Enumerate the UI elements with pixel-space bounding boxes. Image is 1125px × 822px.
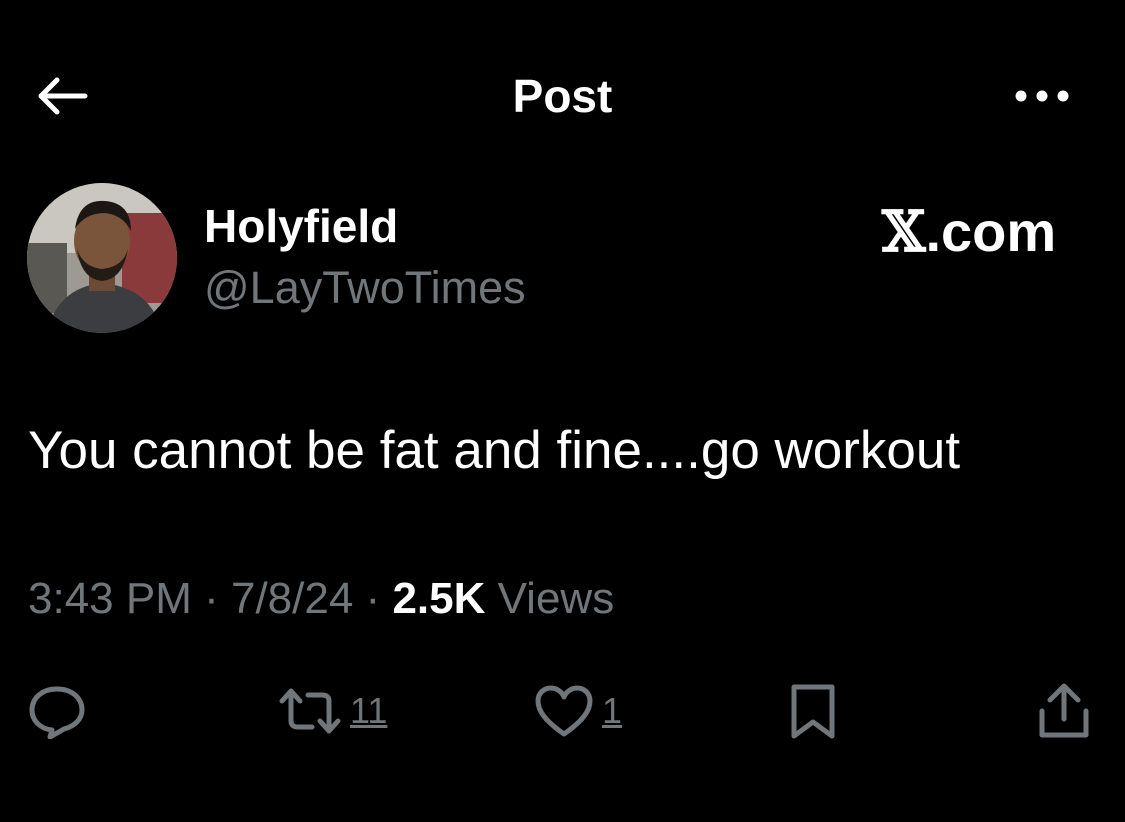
bookmark-button[interactable] <box>788 680 838 742</box>
more-horizontal-icon <box>1015 90 1069 102</box>
avatar[interactable] <box>27 183 177 333</box>
watermark-text: .com <box>925 200 1057 263</box>
like-button[interactable]: 1 <box>534 680 622 742</box>
author-handle[interactable]: @LayTwoTimes <box>204 262 526 314</box>
page-title: Post <box>512 70 613 122</box>
watermark: 𝕏.com <box>882 199 1056 265</box>
repost-icon <box>279 688 341 734</box>
views-label: Views <box>485 574 615 623</box>
repost-count[interactable]: 11 <box>350 690 387 732</box>
post-text: You cannot be fat and fine....go workout <box>28 421 961 480</box>
back-button[interactable] <box>28 68 94 124</box>
meta-separator: · <box>191 574 231 623</box>
meta-separator: · <box>353 574 393 623</box>
like-count[interactable]: 1 <box>602 690 622 732</box>
repost-button[interactable]: 11 <box>278 680 387 742</box>
heart-icon <box>535 685 593 737</box>
avatar-image <box>27 183 177 333</box>
bookmark-icon <box>791 684 835 739</box>
arrow-left-icon <box>38 77 88 115</box>
reply-button[interactable] <box>26 680 88 742</box>
share-icon <box>1039 683 1089 738</box>
more-options-button[interactable] <box>1004 70 1080 122</box>
x-logo: 𝕏 <box>882 199 926 265</box>
reply-icon <box>29 686 85 739</box>
post-time: 3:43 PM <box>28 574 192 623</box>
post-meta: 3:43 PM · 7/8/24 · 2.5K Views <box>28 574 614 624</box>
views-count[interactable]: 2.5K <box>392 574 485 623</box>
post-date: 7/8/24 <box>230 574 354 623</box>
share-button[interactable] <box>1036 680 1092 742</box>
author-name[interactable]: Holyfield <box>204 199 398 253</box>
